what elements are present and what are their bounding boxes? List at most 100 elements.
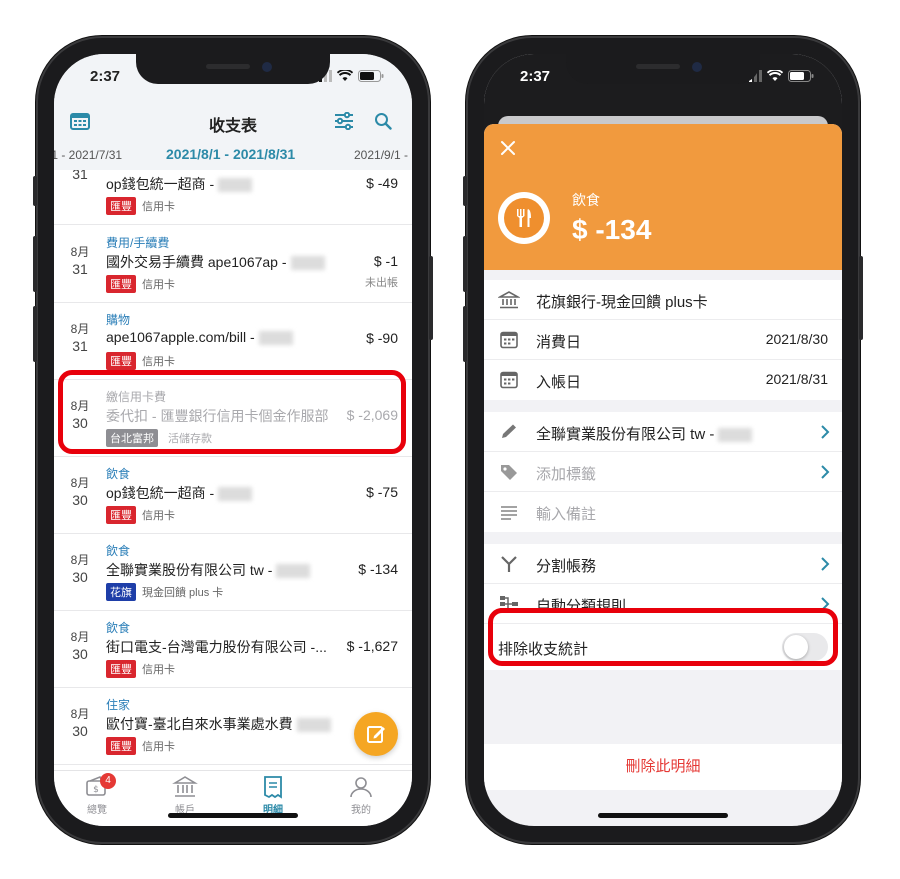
row-account: 信用卡 [142, 741, 175, 753]
status-time: 2:37 [520, 68, 551, 85]
row-amount: $ -49 [366, 175, 398, 191]
tab-accounts[interactable]: 帳戶 [150, 775, 220, 816]
home-indicator [598, 813, 728, 818]
tab-label: 總覽 [87, 805, 107, 816]
power-button [859, 256, 863, 340]
detail-amount: $ -134 [572, 214, 652, 245]
row-amount: $ -1 [373, 253, 398, 269]
delete-transaction-button[interactable]: 刪除此明細 [484, 744, 842, 790]
transaction-row[interactable]: 8月 30 飲食 全聯實業股份有限公司 tw - $ -134 花旗 現金回饋 p… [54, 534, 412, 611]
redacted-text [258, 331, 293, 346]
transaction-row[interactable]: 8月 30 飲食 op錢包統一超商 - $ -75 匯豐 信用卡 [54, 457, 412, 534]
notification-badge: 4 [100, 773, 116, 789]
row-description: 街口電支-台灣電力股份有限公司 -... [106, 639, 327, 655]
transaction-row[interactable]: 31 op錢包統一超商 - $ -49 匯豐 信用卡 [54, 170, 412, 225]
next-date-range[interactable]: 2021/9/1 - [354, 148, 408, 162]
notch [566, 54, 760, 84]
row-amount: $ -75 [366, 484, 398, 500]
battery-icon [788, 70, 814, 82]
post-date-row[interactable]: 入帳日 2021/8/31 [484, 360, 842, 400]
post-date-value: 2021/8/31 [765, 371, 828, 387]
row-date: 8月 30 [70, 630, 90, 662]
add-record-button[interactable] [354, 712, 398, 756]
filter-sliders-icon[interactable] [334, 112, 354, 130]
row-description: ape1067apple.com/bill - [106, 329, 293, 346]
status-time: 2:37 [90, 68, 121, 85]
notes-icon [501, 506, 517, 520]
current-date-range[interactable]: 2021/8/1 - 2021/8/31 [166, 146, 295, 162]
transaction-row[interactable]: 8月 31 費用/手續費 國外交易手續費 ape1067ap - $ -1 未出帳… [54, 226, 412, 303]
mute-switch [463, 176, 467, 206]
row-description: op錢包統一超商 - [106, 174, 253, 194]
bank-icon [172, 776, 198, 797]
row-category: 費用/手續費 [106, 236, 170, 250]
svg-text:$: $ [93, 785, 99, 795]
add-tag-row[interactable]: 添加標籤 [484, 452, 842, 492]
row-description: op錢包統一超商 - [106, 483, 253, 503]
volume-down-button [463, 306, 467, 362]
tab-overview[interactable]: $ 4 總覽 [62, 773, 132, 816]
row-account: 信用卡 [142, 356, 175, 368]
right-phone: 2:37 飲食 $ -134 花旗銀行-現金回饋 plus卡 消費日 2021/… [463, 36, 863, 844]
bank-badge: 匯豐 [106, 737, 136, 755]
row-date: 31 [72, 170, 88, 182]
split-icon [501, 556, 517, 572]
pencil-icon [502, 424, 516, 438]
category-avatar [498, 192, 550, 244]
row-category: 飲食 [106, 621, 131, 635]
row-amount: $ -1,627 [346, 638, 398, 654]
split-label: 分割帳務 [536, 558, 597, 575]
search-icon[interactable] [374, 112, 392, 130]
post-date-label: 入帳日 [536, 374, 582, 391]
account-row[interactable]: 花旗銀行-現金回饋 plus卡 [484, 280, 842, 320]
merchant-row[interactable]: 全聯實業股份有限公司 tw - [484, 412, 842, 452]
spend-date-row[interactable]: 消費日 2021/8/30 [484, 320, 842, 360]
row-description: 歐付寶-臺北自來水事業處水費 [106, 714, 331, 734]
redacted-text [276, 564, 311, 579]
note-input[interactable]: 輸入備註 [536, 503, 596, 524]
tab-profile[interactable]: 我的 [326, 775, 396, 816]
detail-header: 飲食 $ -134 [484, 124, 842, 270]
transaction-row[interactable]: 8月 30 飲食 街口電支-台灣電力股份有限公司 -... $ -1,627 匯豐… [54, 611, 412, 688]
bank-badge: 花旗 [106, 583, 136, 601]
spend-date-value: 2021/8/30 [765, 331, 828, 347]
transaction-detail-sheet: 飲食 $ -134 花旗銀行-現金回饋 plus卡 消費日 2021/8/30 … [484, 124, 842, 826]
split-transaction-row[interactable]: 分割帳務 [484, 544, 842, 584]
row-category: 住家 [106, 698, 131, 712]
close-icon[interactable] [500, 140, 516, 156]
bank-badge: 匯豐 [106, 506, 136, 524]
redacted-text [296, 718, 331, 733]
account-name: 花旗銀行-現金回饋 plus卡 [536, 294, 708, 311]
row-description: 全聯實業股份有限公司 tw - [106, 560, 311, 580]
row-date: 8月 31 [70, 322, 90, 354]
bank-badge: 匯豐 [106, 197, 136, 215]
row-date: 8月 30 [70, 707, 90, 739]
bank-badge: 匯豐 [106, 275, 136, 293]
volume-up-button [33, 236, 37, 292]
highlight-excluded-row [58, 370, 406, 454]
detail-category: 飲食 [572, 192, 600, 208]
bank-badge: 匯豐 [106, 352, 136, 370]
date-range-selector[interactable]: /1 - 2021/7/31 2021/8/1 - 2021/8/31 2021… [54, 144, 412, 170]
calendar-icon [500, 371, 518, 389]
edit-group: 全聯實業股份有限公司 tw - 添加標籤 輸入備註 [484, 412, 842, 532]
redacted-text [218, 487, 253, 502]
chevron-right-icon [821, 465, 830, 479]
row-category: 飲食 [106, 544, 131, 558]
row-category: 購物 [106, 313, 131, 327]
note-row[interactable]: 輸入備註 [484, 492, 842, 532]
transaction-row[interactable]: 8月 31 購物 ape1067apple.com/bill - $ -90 匯豐… [54, 303, 412, 380]
highlight-exclude-toggle [488, 608, 838, 666]
battery-icon [358, 70, 384, 82]
row-account: 信用卡 [142, 664, 175, 676]
receipt-icon [264, 776, 282, 799]
tab-details[interactable]: 明細 [238, 775, 308, 816]
home-indicator [168, 813, 298, 818]
row-date: 8月 30 [70, 476, 90, 508]
tag-icon [501, 465, 517, 480]
chevron-right-icon [821, 425, 830, 439]
user-icon [350, 777, 372, 798]
row-account: 信用卡 [142, 201, 175, 213]
prev-date-range[interactable]: /1 - 2021/7/31 [54, 148, 122, 162]
redacted-text [218, 178, 253, 193]
